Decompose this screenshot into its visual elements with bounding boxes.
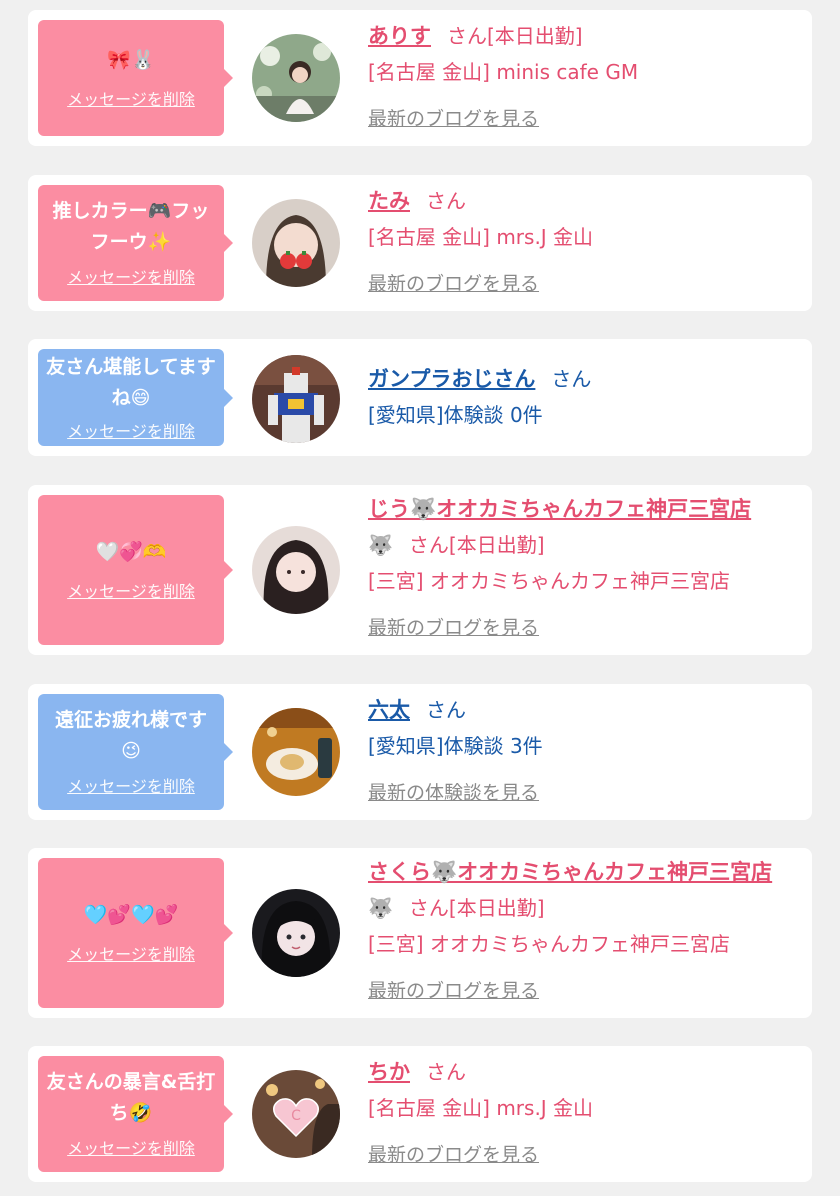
experience-count: [愛知県]体験談 3件	[368, 734, 543, 758]
delete-message-link[interactable]: メッセージを削除	[67, 264, 195, 288]
delete-message-link[interactable]: メッセージを削除	[67, 86, 195, 110]
delete-message-link[interactable]: メッセージを削除	[67, 1135, 195, 1159]
latest-blog-link[interactable]: 最新のブログを見る	[368, 973, 539, 1009]
message-bubble: 🎀🐰 メッセージを削除	[38, 20, 233, 136]
honorific-status: さん	[426, 1060, 466, 1084]
delete-message-link[interactable]: メッセージを削除	[67, 773, 195, 797]
message-bubble: 🩵💕🩵💕 メッセージを削除	[38, 858, 233, 1008]
latest-blog-link[interactable]: 最新のブログを見る	[368, 610, 539, 646]
shop-location: [名古屋 金山] mrs.J 金山	[368, 225, 594, 249]
shop-location: [三宮] オオカミちゃんカフェ神戸三宮店	[368, 569, 730, 593]
latest-blog-link[interactable]: 最新のブログを見る	[368, 1137, 539, 1173]
latest-experience-link[interactable]: 最新の体験談を見る	[368, 775, 539, 811]
message-text: 推しカラー🎮フッフーウ✨	[52, 200, 210, 253]
message-card: 🎀🐰 メッセージを削除 ありす さん[本日出勤] [名古屋 金山] minis c…	[28, 10, 812, 146]
message-card: 友さんの暴言&舌打ち🤣 メッセージを削除 C ちか さん [名古屋 金山] mrs…	[28, 1046, 812, 1182]
message-bubble: 推しカラー🎮フッフーウ✨ メッセージを削除	[38, 185, 233, 301]
avatar-photo-heart-c-icon: C	[252, 1070, 340, 1158]
message-card: 推しカラー🎮フッフーウ✨ メッセージを削除 たみ さん [名古屋 金山] mrs.…	[28, 175, 812, 311]
wolf-icon: 🐺	[368, 896, 393, 920]
honorific-status: さん[本日出勤]	[408, 896, 545, 920]
avatar[interactable]: C	[252, 1070, 340, 1158]
delete-message-link[interactable]: メッセージを削除	[67, 578, 195, 602]
message-text: 遠征お疲れ様です😉	[54, 709, 207, 762]
message-bubble: 遠征お疲れ様です😉 メッセージを削除	[38, 694, 233, 810]
message-text: 🎀🐰	[107, 48, 155, 71]
svg-text:C: C	[291, 1108, 301, 1124]
delete-message-link[interactable]: メッセージを削除	[67, 418, 195, 442]
avatar-photo-girl-icon	[252, 526, 340, 614]
shop-location: [名古屋 金山] minis cafe GM	[368, 60, 639, 84]
avatar[interactable]	[252, 889, 340, 977]
message-card: 🤍💞🫶 メッセージを削除 じう🐺オオカミちゃんカフェ神戸三宮店 🐺 さん[本日出勤…	[28, 485, 812, 655]
wolf-icon: 🐺	[368, 533, 393, 557]
shop-location: [三宮] オオカミちゃんカフェ神戸三宮店	[368, 932, 730, 956]
honorific-status: さん	[426, 698, 466, 722]
avatar[interactable]	[252, 708, 340, 796]
honorific-status: さん	[426, 189, 466, 213]
shop-location: [名古屋 金山] mrs.J 金山	[368, 1096, 594, 1120]
experience-count: [愛知県]体験談 0件	[368, 403, 543, 427]
message-bubble: 🤍💞🫶 メッセージを削除	[38, 495, 233, 645]
user-name-link[interactable]: ガンプラおじさん	[368, 367, 535, 391]
avatar[interactable]	[252, 355, 340, 443]
delete-message-link[interactable]: メッセージを削除	[67, 941, 195, 965]
user-name-link[interactable]: さくら🐺オオカミちゃんカフェ神戸三宮店	[368, 860, 772, 884]
latest-blog-link[interactable]: 最新のブログを見る	[368, 101, 539, 137]
user-name-link[interactable]: じう🐺オオカミちゃんカフェ神戸三宮店	[368, 497, 751, 521]
user-name-link[interactable]: ちか	[368, 1060, 410, 1084]
message-card: 友さん堪能してますね😄 メッセージを削除 ガンプラおじさん さん [愛知県]体験談…	[28, 339, 812, 456]
user-name-link[interactable]: 六太	[368, 698, 410, 722]
message-card: 遠征お疲れ様です😉 メッセージを削除 六太 さん [愛知県]体験談 3件 最新の体…	[28, 684, 812, 820]
avatar[interactable]	[252, 526, 340, 614]
message-text: 友さん堪能してますね😄	[46, 355, 216, 409]
avatar-photo-cafe-dessert-icon	[252, 708, 340, 796]
message-bubble: 友さんの暴言&舌打ち🤣 メッセージを削除	[38, 1056, 233, 1172]
message-bubble: 友さん堪能してますね😄 メッセージを削除	[38, 349, 233, 446]
message-text: 友さんの暴言&舌打ち🤣	[46, 1071, 216, 1124]
latest-blog-link[interactable]: 最新のブログを見る	[368, 266, 539, 302]
avatar[interactable]	[252, 34, 340, 122]
honorific-status: さん[本日出勤]	[408, 533, 545, 557]
honorific-status: さん[本日出勤]	[447, 24, 583, 48]
honorific-status: さん	[551, 367, 592, 391]
user-name-link[interactable]: たみ	[368, 189, 410, 213]
avatar-photo-girl-dark-icon	[252, 889, 340, 977]
avatar-photo-garden-icon	[252, 34, 340, 122]
avatar-photo-gundam-icon	[252, 355, 340, 443]
avatar-photo-strawberry-icon	[252, 199, 340, 287]
user-name-link[interactable]: ありす	[368, 24, 431, 48]
message-text: 🤍💞🫶	[95, 540, 167, 563]
message-text: 🩵💕🩵💕	[83, 903, 179, 926]
avatar[interactable]	[252, 199, 340, 287]
message-card: 🩵💕🩵💕 メッセージを削除 さくら🐺オオカミちゃんカフェ神戸三宮店 🐺 さん[本日…	[28, 848, 812, 1018]
